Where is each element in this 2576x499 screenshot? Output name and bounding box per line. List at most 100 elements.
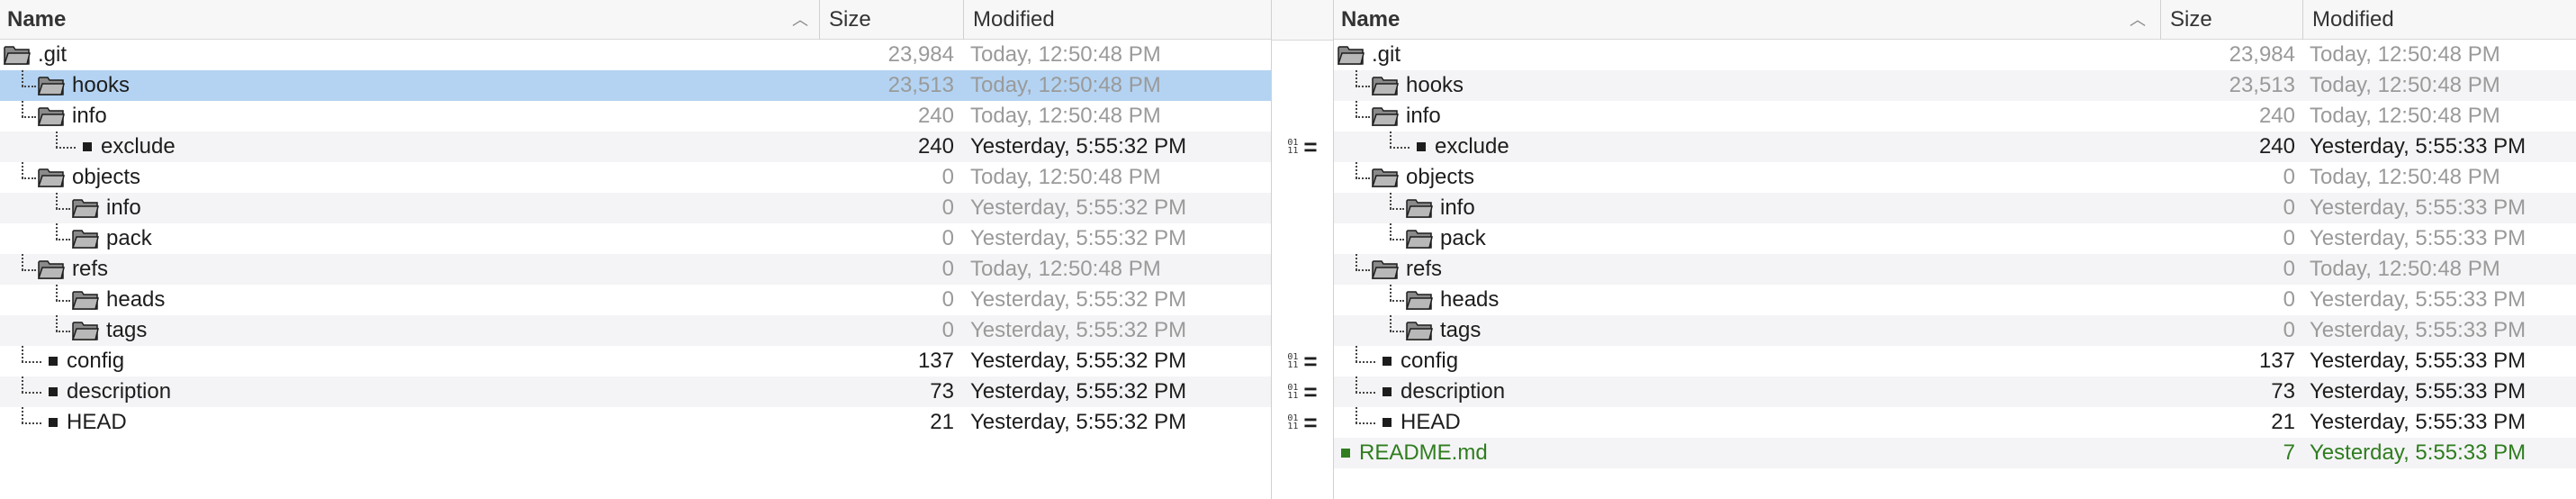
left-row[interactable]: pack 0 Yesterday, 5:55:32 PM: [0, 223, 1271, 254]
left-header-name[interactable]: Name: [0, 0, 819, 40]
file-size: 240: [2258, 104, 2295, 128]
file-size: 0: [941, 195, 954, 220]
right-row[interactable]: heads 0 Yesterday, 5:55:33 PM: [1334, 285, 2576, 315]
compare-equal-marker[interactable]: 01 11 =: [1271, 407, 1334, 438]
left-name-cell[interactable]: info: [37, 101, 107, 132]
right-name-cell[interactable]: HEAD: [1372, 407, 1461, 438]
tree-connector: [22, 346, 23, 362]
compare-equal-marker[interactable]: 01 11 =: [1271, 132, 1334, 162]
right-name-cell[interactable]: pack: [1405, 223, 1486, 254]
file-name: pack: [1440, 226, 1486, 250]
folder-open-icon: [71, 289, 99, 311]
left-row[interactable]: description 73 Yesterday, 5:55:32 PM: [0, 377, 1271, 407]
file-icon: [1383, 387, 1392, 396]
right-pane[interactable]: Name ︿ Size Modified .git 23,984 Today, 12…: [1334, 0, 2576, 499]
left-header-modified[interactable]: Modified: [963, 0, 1271, 40]
binary-compare-icon: 01 11: [1287, 352, 1299, 370]
right-row[interactable]: description 73 Yesterday, 5:55:33 PM: [1334, 377, 2576, 407]
right-row[interactable]: info 240 Today, 12:50:48 PM: [1334, 101, 2576, 132]
right-row[interactable]: refs 0 Today, 12:50:48 PM: [1334, 254, 2576, 285]
right-name-cell[interactable]: heads: [1405, 285, 1499, 315]
left-row[interactable]: config 137 Yesterday, 5:55:32 PM: [0, 346, 1271, 377]
right-row[interactable]: tags 0 Yesterday, 5:55:33 PM: [1334, 315, 2576, 346]
left-name-cell[interactable]: objects: [37, 162, 140, 193]
right-row[interactable]: objects 0 Today, 12:50:48 PM: [1334, 162, 2576, 193]
left-row[interactable]: tags 0 Yesterday, 5:55:32 PM: [0, 315, 1271, 346]
right-header-name[interactable]: Name: [1334, 0, 2160, 40]
right-row[interactable]: config 137 Yesterday, 5:55:33 PM: [1334, 346, 2576, 377]
tree-connector: [1390, 300, 1404, 302]
folder-open-icon: [1371, 75, 1399, 96]
right-header-size[interactable]: Size: [2160, 0, 2302, 40]
compare-equal-marker[interactable]: 01 11 =: [1271, 346, 1334, 377]
left-name-cell[interactable]: tags: [71, 315, 148, 346]
right-name-cell[interactable]: .git: [1337, 40, 1401, 70]
file-size: 240: [2258, 134, 2295, 159]
tree-connector: [22, 162, 23, 178]
tree-connector: [56, 193, 58, 209]
file-name: HEAD: [67, 410, 127, 434]
left-name-cell[interactable]: heads: [71, 285, 165, 315]
left-row[interactable]: info 0 Yesterday, 5:55:32 PM: [0, 193, 1271, 223]
compare-equal-marker[interactable]: 01 11 =: [1271, 377, 1334, 407]
file-size: 0: [941, 287, 954, 312]
file-name: config: [67, 349, 125, 373]
right-row[interactable]: pack 0 Yesterday, 5:55:33 PM: [1334, 223, 2576, 254]
right-name-cell[interactable]: hooks: [1371, 70, 1464, 101]
tree-connector: [56, 300, 70, 302]
left-row[interactable]: info 240 Today, 12:50:48 PM: [0, 101, 1271, 132]
left-name-cell[interactable]: refs: [37, 254, 108, 285]
left-row[interactable]: exclude 240 Yesterday, 5:55:32 PM: [0, 132, 1271, 162]
file-modified: Yesterday, 5:55:32 PM: [970, 287, 1187, 312]
right-name-cell[interactable]: README.md: [1338, 438, 1488, 468]
left-row[interactable]: heads 0 Yesterday, 5:55:32 PM: [0, 285, 1271, 315]
right-row[interactable]: README.md 7 Yesterday, 5:55:33 PM: [1334, 438, 2576, 468]
left-row[interactable]: hooks 23,513 Today, 12:50:48 PM: [0, 70, 1271, 101]
file-size: 0: [941, 165, 954, 189]
file-size: 137: [2258, 349, 2295, 373]
left-name-cell[interactable]: .git: [3, 40, 67, 70]
right-row[interactable]: exclude 240 Yesterday, 5:55:33 PM: [1334, 132, 2576, 162]
left-name-cell[interactable]: config: [38, 346, 124, 377]
right-name-cell[interactable]: refs: [1371, 254, 1442, 285]
right-name-cell[interactable]: info: [1405, 193, 1475, 223]
sort-ascending-icon[interactable]: ︿: [2130, 0, 2146, 40]
tree-connector: [1356, 346, 1357, 362]
left-name-cell[interactable]: HEAD: [38, 407, 127, 438]
tree-connector: [1356, 162, 1357, 178]
right-row[interactable]: HEAD 21 Yesterday, 5:55:33 PM: [1334, 407, 2576, 438]
folder-open-icon: [1371, 259, 1399, 280]
right-row[interactable]: info 0 Yesterday, 5:55:33 PM: [1334, 193, 2576, 223]
left-row[interactable]: .git 23,984 Today, 12:50:48 PM: [0, 40, 1271, 70]
right-header-modified[interactable]: Modified: [2302, 0, 2576, 40]
right-name-cell[interactable]: tags: [1405, 315, 1481, 346]
file-name: info: [1406, 104, 1441, 128]
tree-connector: [1390, 331, 1404, 332]
right-name-cell[interactable]: description: [1372, 377, 1505, 407]
right-row[interactable]: hooks 23,513 Today, 12:50:48 PM: [1334, 70, 2576, 101]
tree-connector: [1390, 239, 1404, 240]
left-pane[interactable]: Name ︿ Size Modified .git 23,984 Today, 12…: [0, 0, 1271, 499]
left-row[interactable]: refs 0 Today, 12:50:48 PM: [0, 254, 1271, 285]
right-name-cell[interactable]: config: [1372, 346, 1458, 377]
file-name: tags: [106, 318, 148, 342]
left-name-cell[interactable]: description: [38, 377, 171, 407]
left-name-cell[interactable]: hooks: [37, 70, 130, 101]
left-row[interactable]: objects 0 Today, 12:50:48 PM: [0, 162, 1271, 193]
right-row[interactable]: .git 23,984 Today, 12:50:48 PM: [1334, 40, 2576, 70]
file-modified: Yesterday, 5:55:33 PM: [2310, 226, 2526, 250]
file-size: 21: [930, 410, 954, 434]
file-modified: Yesterday, 5:55:33 PM: [2310, 379, 2526, 404]
file-icon: [1417, 142, 1426, 151]
right-name-cell[interactable]: info: [1371, 101, 1441, 132]
file-modified: Today, 12:50:48 PM: [2310, 73, 2500, 97]
left-name-cell[interactable]: exclude: [72, 132, 176, 162]
right-name-cell[interactable]: objects: [1371, 162, 1474, 193]
folder-open-icon: [71, 320, 99, 341]
left-name-cell[interactable]: info: [71, 193, 141, 223]
left-row[interactable]: HEAD 21 Yesterday, 5:55:32 PM: [0, 407, 1271, 438]
right-name-cell[interactable]: exclude: [1406, 132, 1509, 162]
sort-ascending-icon[interactable]: ︿: [792, 0, 808, 40]
left-name-cell[interactable]: pack: [71, 223, 152, 254]
left-header-size[interactable]: Size: [819, 0, 963, 40]
